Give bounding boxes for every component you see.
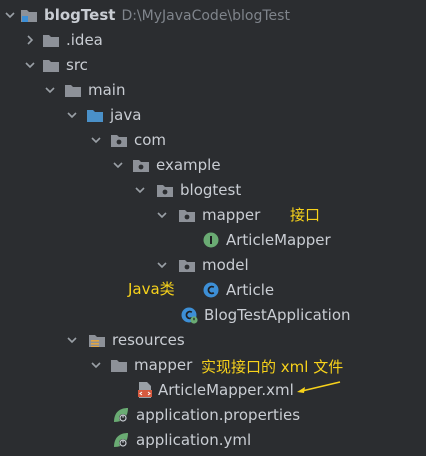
- chevron-down-icon[interactable]: [156, 259, 168, 271]
- tree-label-article-mapper: ArticleMapper: [226, 231, 331, 249]
- package-icon: [111, 135, 127, 147]
- resources-folder-icon: [89, 335, 105, 347]
- package-icon: [179, 260, 195, 272]
- module-folder-icon: [21, 10, 37, 22]
- folder-icon: [43, 35, 59, 47]
- tree-row-main[interactable]: main: [0, 77, 426, 102]
- tree-label-application-properties: application.properties: [136, 406, 301, 424]
- tree-row-article[interactable]: Article: [0, 277, 426, 302]
- annotation-xml-impl: 实现接口的 xml 文件: [201, 358, 344, 376]
- tree-row-article-mapper[interactable]: ArticleMapper: [0, 227, 426, 252]
- chevron-down-icon[interactable]: [134, 184, 146, 196]
- chevron-down-icon[interactable]: [90, 134, 102, 146]
- chevron-down-icon[interactable]: [66, 109, 78, 121]
- annotation-interface: 接口: [290, 206, 321, 224]
- class-icon: [203, 282, 219, 298]
- tree-row-java[interactable]: java: [0, 102, 426, 127]
- tree-label-model: model: [202, 256, 249, 274]
- package-icon: [133, 160, 149, 172]
- folder-icon: [43, 60, 59, 72]
- chevron-down-icon[interactable]: [90, 359, 102, 371]
- tree-row-article-mapper-xml[interactable]: ArticleMapper.xml: [0, 377, 426, 402]
- project-label: blogTest D:\MyJavaCode\blogTest: [44, 6, 290, 24]
- annotation-arrow: [297, 381, 341, 393]
- tree-label-article-mapper-xml: ArticleMapper.xml: [158, 381, 294, 399]
- spring-boot-class-icon: [181, 307, 198, 324]
- chevron-down-icon[interactable]: [156, 209, 168, 221]
- tree-row-model[interactable]: model: [0, 252, 426, 277]
- chevron-down-icon[interactable]: [112, 159, 124, 171]
- spring-config-icon: [114, 408, 128, 422]
- source-folder-icon: [87, 110, 103, 122]
- tree-label-example: example: [156, 156, 221, 174]
- tree-label-idea: .idea: [66, 31, 103, 49]
- tree-row-resources[interactable]: resources: [0, 327, 426, 352]
- tree-label-com: com: [134, 131, 167, 149]
- chevron-down-icon[interactable]: [24, 59, 36, 71]
- tree-row-idea[interactable]: .idea: [0, 27, 426, 52]
- tree-label-src: src: [66, 56, 88, 74]
- tree-row-application-properties[interactable]: application.properties: [0, 402, 426, 427]
- package-icon: [179, 210, 195, 222]
- tree-row-project[interactable]: blogTest D:\MyJavaCode\blogTest: [0, 2, 426, 27]
- tree-label-article: Article: [226, 281, 275, 299]
- chevron-right-icon[interactable]: [24, 34, 36, 46]
- tree-row-mapper-package[interactable]: mapper: [0, 202, 426, 227]
- tree-row-src[interactable]: src: [0, 52, 426, 77]
- tree-row-blog-test-application[interactable]: BlogTestApplication: [0, 302, 426, 327]
- tree-row-blogtest[interactable]: blogtest: [0, 177, 426, 202]
- chevron-down-icon[interactable]: [66, 334, 78, 346]
- spring-config-icon: [114, 433, 128, 447]
- tree-label-application-yml: application.yml: [136, 431, 252, 449]
- tree-label-mapper-dir: mapper: [134, 356, 193, 374]
- tree-row-com[interactable]: com: [0, 127, 426, 152]
- tree-label-blog-test-application: BlogTestApplication: [204, 306, 351, 324]
- package-icon: [157, 185, 173, 197]
- tree-row-example[interactable]: example: [0, 152, 426, 177]
- folder-icon: [111, 360, 127, 372]
- interface-icon: [203, 232, 219, 248]
- chevron-down-icon[interactable]: [4, 9, 16, 21]
- chevron-down-icon[interactable]: [44, 84, 56, 96]
- tree-label-blogtest: blogtest: [180, 181, 242, 199]
- tree-label-resources: resources: [112, 331, 185, 349]
- tree-row-application-yml[interactable]: application.yml: [0, 427, 426, 452]
- folder-icon: [65, 85, 81, 97]
- project-path: D:\MyJavaCode\blogTest: [121, 8, 290, 24]
- tree-label-java: java: [110, 106, 142, 124]
- tree-label-mapper-package: mapper: [202, 206, 261, 224]
- tree-label-main: main: [88, 81, 126, 99]
- xml-file-icon: [138, 382, 152, 398]
